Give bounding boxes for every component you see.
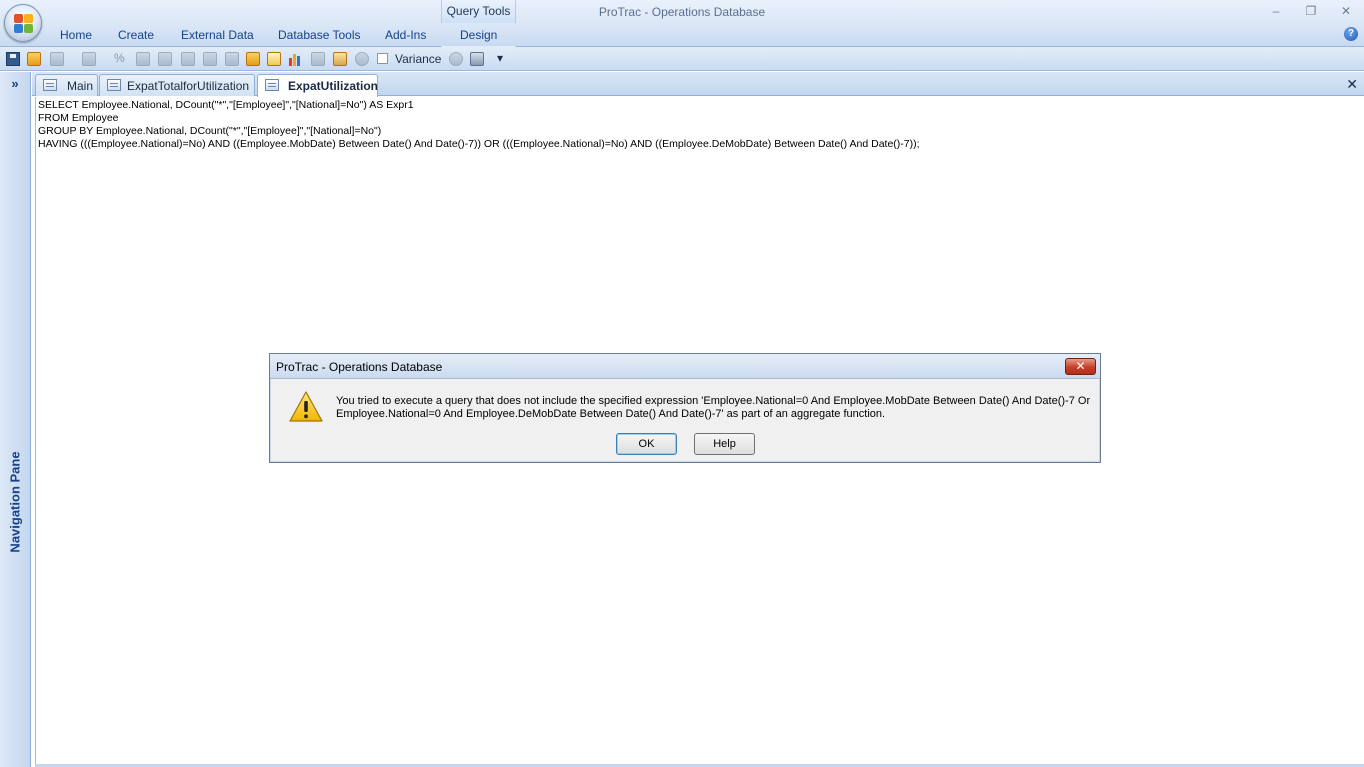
query-icon <box>265 79 279 91</box>
tab-design[interactable]: Design <box>460 28 497 42</box>
chart-bars-icon[interactable] <box>158 52 172 66</box>
tab-expatutilization[interactable]: ExpatUtilization <box>257 74 378 97</box>
paste-icon[interactable] <box>246 52 260 66</box>
office-logo-icon <box>14 14 34 34</box>
close-document-icon[interactable]: ✕ <box>1346 76 1358 93</box>
sql-line: SELECT Employee.National, DCount("*","[E… <box>38 99 414 111</box>
help-icon[interactable]: ? <box>1344 27 1358 41</box>
document-tab-bar: Main ExpatTotalforUtilization ExpatUtili… <box>32 72 1364 97</box>
tab-expattotalforutilization[interactable]: ExpatTotalforUtilization <box>99 74 255 96</box>
ok-button[interactable]: OK <box>616 433 677 455</box>
filter-icon[interactable] <box>136 52 150 66</box>
properties-icon[interactable] <box>27 52 41 66</box>
help-button[interactable]: Help <box>694 433 755 455</box>
expand-nav-pane-icon[interactable]: » <box>0 72 30 96</box>
office-button[interactable] <box>4 4 42 42</box>
minimize-button[interactable]: – <box>1264 3 1288 19</box>
tab-label: ExpatUtilization <box>288 79 379 93</box>
customize-toolbar-icon[interactable]: ▾ <box>497 51 503 65</box>
sql-line: GROUP BY Employee.National, DCount("*","… <box>38 125 382 137</box>
error-dialog: ProTrac - Operations Database ✕ You trie… <box>269 353 1101 463</box>
dialog-title-bar: ProTrac - Operations Database ✕ <box>270 354 1100 379</box>
variance-label: Variance <box>395 52 442 66</box>
tools-icon[interactable] <box>470 52 484 66</box>
navigation-pane[interactable]: » Navigation Pane <box>0 72 31 767</box>
close-window-button[interactable]: ✕ <box>1334 3 1358 19</box>
dialog-title: ProTrac - Operations Database <box>276 360 443 374</box>
dialog-message: You tried to execute a query that does n… <box>336 395 1091 420</box>
form-icon[interactable] <box>333 52 347 66</box>
sql-line: HAVING (((Employee.National)=No) AND ((E… <box>38 138 920 150</box>
circle-icon[interactable] <box>355 52 369 66</box>
report-icon[interactable] <box>311 52 325 66</box>
tab-main[interactable]: Main <box>35 74 98 96</box>
navigation-pane-label[interactable]: Navigation Pane <box>8 451 23 552</box>
save-icon[interactable] <box>6 52 20 66</box>
tab-label: Main <box>67 79 94 93</box>
undo-icon[interactable] <box>50 52 64 66</box>
sql-line: FROM Employee <box>38 112 119 124</box>
tab-create[interactable]: Create <box>118 28 154 42</box>
tab-external-data[interactable]: External Data <box>181 28 254 42</box>
title-bar: ProTrac - Operations Database Query Tool… <box>0 0 1364 23</box>
tab-database-tools[interactable]: Database Tools <box>278 28 361 42</box>
sphere-icon[interactable] <box>449 52 463 66</box>
quick-access-toolbar: % ▾ <box>0 47 1364 71</box>
sort-icon[interactable] <box>181 52 195 66</box>
query-icon <box>107 79 121 91</box>
percent-icon[interactable]: % <box>114 51 125 65</box>
warning-icon <box>289 391 323 422</box>
restore-button[interactable]: ❐ <box>1299 3 1323 19</box>
query-tools-label: Query Tools <box>441 0 516 23</box>
form-icon <box>43 79 57 91</box>
columns-icon[interactable] <box>203 52 217 66</box>
tab-add-ins[interactable]: Add-Ins <box>385 28 426 42</box>
bar-chart-icon[interactable] <box>289 52 303 66</box>
grid-icon[interactable] <box>225 52 239 66</box>
redo-icon[interactable] <box>82 52 96 66</box>
dialog-close-button[interactable]: ✕ <box>1065 358 1096 375</box>
tab-label: ExpatTotalforUtilization <box>127 79 250 93</box>
window-title: ProTrac - Operations Database <box>598 5 766 19</box>
tab-home[interactable]: Home <box>60 28 92 42</box>
refresh-icon[interactable] <box>267 52 281 66</box>
variance-checkbox[interactable] <box>377 53 388 64</box>
